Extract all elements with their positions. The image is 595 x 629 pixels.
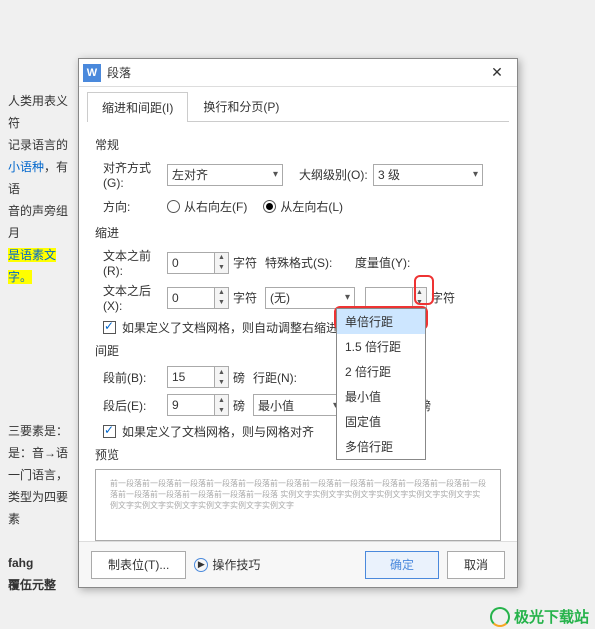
dialog-title: 段落	[107, 64, 481, 81]
measure-spin[interactable]: ▲▼	[365, 287, 427, 309]
space-before-label: 段前(B):	[95, 369, 167, 386]
dropdown-option[interactable]: 2 倍行距	[337, 359, 425, 384]
tab-indent-spacing[interactable]: 缩进和间距(I)	[87, 92, 188, 122]
preview-box: 前一段落前一段落前一段落前一段落前一段落前一段落前一段落前一段落前一段落前一段落…	[95, 469, 501, 541]
watermark-logo-icon	[490, 607, 510, 627]
space-after-spin[interactable]: 9▲▼	[167, 394, 229, 416]
paragraph-dialog: W 段落 ✕ 缩进和间距(I) 换行和分页(P) 常规 对齐方式(G): 左对齐…	[78, 58, 518, 588]
dropdown-option[interactable]: 固定值	[337, 409, 425, 434]
close-button[interactable]: ✕	[481, 61, 513, 85]
direction-label: 方向:	[95, 198, 167, 215]
dropdown-option[interactable]: 单倍行距	[337, 309, 425, 334]
link[interactable]: 小语种	[8, 160, 44, 174]
dropdown-option[interactable]: 1.5 倍行距	[337, 334, 425, 359]
tab-line-page-breaks[interactable]: 换行和分页(P)	[188, 91, 294, 121]
indent-after-spin[interactable]: 0▲▼	[167, 287, 229, 309]
indent-before-spin[interactable]: 0▲▼	[167, 252, 229, 274]
outline-label: 大纲级别(O):	[291, 166, 373, 183]
outline-combo[interactable]: 3 级	[373, 164, 483, 186]
dropdown-option[interactable]: 最小值	[337, 384, 425, 409]
dialog-footer: 制表位(T)... ▶操作技巧 确定 取消	[79, 541, 517, 587]
line-spacing-dropdown: 单倍行距 1.5 倍行距 2 倍行距 最小值 固定值 多倍行距	[336, 308, 426, 460]
section-indent: 缩进	[95, 224, 501, 241]
space-before-spin[interactable]: 15▲▼	[167, 366, 229, 388]
special-combo[interactable]: (无)	[265, 287, 355, 309]
tab-bar: 缩进和间距(I) 换行和分页(P)	[87, 91, 509, 122]
special-label: 特殊格式(S):	[265, 254, 337, 271]
space-after-label: 段后(E):	[95, 397, 167, 414]
line-spacing-combo[interactable]: 最小值	[253, 394, 343, 416]
background-document: 人类用表义符 记录语言的 小语种，有语 音的声旁组月 是语素文字。 三要素是： …	[8, 90, 78, 596]
alignment-label: 对齐方式(G):	[95, 159, 167, 190]
indent-after-label: 文本之后(X):	[95, 282, 167, 313]
tabstops-button[interactable]: 制表位(T)...	[91, 551, 186, 579]
direction-rtl-radio[interactable]: 从右向左(F)	[167, 198, 247, 215]
cancel-button[interactable]: 取消	[447, 551, 505, 579]
direction-ltr-radio[interactable]: 从左向右(L)	[263, 198, 343, 215]
section-spacing: 间距	[95, 342, 501, 359]
measure-label: 度量值(Y):	[355, 254, 425, 271]
indent-before-label: 文本之前(R):	[95, 247, 167, 278]
watermark: 极光下载站	[490, 606, 589, 627]
info-icon: ▶	[194, 558, 208, 572]
section-general: 常规	[95, 136, 501, 153]
titlebar: W 段落 ✕	[79, 59, 517, 87]
section-preview: 预览	[95, 446, 501, 463]
line-spacing-label: 行距(N):	[253, 369, 323, 386]
tips-link[interactable]: ▶操作技巧	[194, 556, 260, 573]
dropdown-option[interactable]: 多倍行距	[337, 434, 425, 459]
alignment-combo[interactable]: 左对齐	[167, 164, 283, 186]
snap-to-grid-checkbox[interactable]: 如果定义了文档网格，则与网格对齐	[103, 423, 501, 440]
ok-button[interactable]: 确定	[365, 551, 439, 579]
app-icon: W	[83, 64, 101, 82]
auto-adjust-indent-checkbox[interactable]: 如果定义了文档网格，则自动调整右缩进(D)	[103, 319, 501, 336]
